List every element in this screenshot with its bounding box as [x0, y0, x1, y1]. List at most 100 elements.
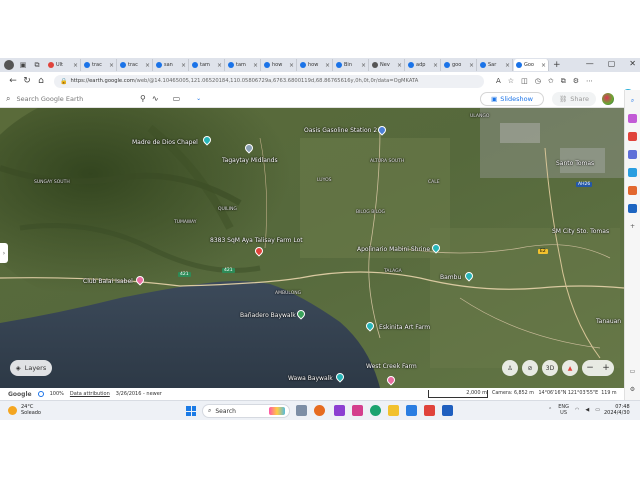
tab-close-icon[interactable]: × — [397, 62, 402, 69]
new-tab-button[interactable]: + — [553, 60, 561, 70]
browser-tab[interactable]: how × — [262, 59, 297, 71]
earth-map-view[interactable]: Tagaytay Picnic GroveMadre de Dios Chape… — [0, 108, 624, 388]
chevron-down-icon[interactable]: ⌄ — [196, 95, 201, 102]
workspaces-icon[interactable]: ▣ — [18, 60, 28, 70]
zoom-out-button[interactable]: − — [586, 363, 594, 373]
earth-search-input[interactable]: ⌕ Search Google Earth — [6, 92, 126, 105]
tab-close-icon[interactable]: × — [253, 62, 258, 69]
sidebar-layout-icon[interactable]: ▭ — [628, 367, 637, 376]
sidebar-games-icon[interactable] — [628, 168, 637, 177]
tab-close-icon[interactable]: × — [505, 62, 510, 69]
wifi-icon[interactable]: ◠ — [575, 407, 579, 413]
place-label[interactable]: Bambu — [440, 274, 461, 281]
taskbar-word-icon[interactable] — [442, 405, 453, 416]
tab-actions-icon[interactable]: ⧉ — [32, 60, 42, 70]
sidebar-add-icon[interactable]: + — [628, 222, 637, 231]
zoom-in-button[interactable]: + — [602, 363, 610, 373]
read-aloud-icon[interactable]: A — [496, 77, 501, 86]
back-icon[interactable]: ← — [6, 76, 20, 86]
projects-icon[interactable]: ▭ — [173, 94, 181, 103]
layers-button[interactable]: ◈ Layers — [10, 360, 52, 376]
place-label[interactable]: West Creek Farm — [366, 363, 417, 370]
more-menu-icon[interactable]: ⋯ — [586, 77, 593, 86]
browser-tab[interactable]: tam × — [226, 59, 261, 71]
sidebar-outlook-icon[interactable] — [628, 204, 637, 213]
profile-menu-icon[interactable] — [4, 60, 14, 70]
taskbar-app-icon[interactable] — [334, 405, 345, 416]
measure-path-icon[interactable]: ∿ — [152, 94, 159, 103]
tab-close-icon[interactable]: × — [469, 62, 474, 69]
browser-tab[interactable]: trac × — [82, 59, 117, 71]
tab-close-icon[interactable]: × — [433, 62, 438, 69]
place-label[interactable]: Club Balai Isabel — [83, 278, 133, 285]
share-button[interactable]: ⛓ Share — [552, 92, 596, 106]
tab-close-icon[interactable]: × — [181, 62, 186, 69]
tab-close-icon[interactable]: × — [541, 62, 546, 69]
browser-tab[interactable]: how × — [298, 59, 333, 71]
taskbar-edge-icon[interactable] — [370, 405, 381, 416]
extensions-icon[interactable]: ⚙ — [573, 77, 579, 86]
place-label[interactable]: Tanauan — [596, 318, 621, 325]
sidebar-tools-icon[interactable] — [628, 150, 637, 159]
sidebar-settings-icon[interactable]: ⚙ — [628, 385, 637, 394]
compass-icon[interactable]: ▲ — [562, 360, 578, 376]
taskbar-store-icon[interactable] — [406, 405, 417, 416]
place-label[interactable]: SM City Sto. Tomas — [552, 228, 609, 235]
tab-close-icon[interactable]: × — [109, 62, 114, 69]
sidebar-shopping-icon[interactable] — [628, 132, 637, 141]
map-pin-icon[interactable]: ⚲ — [140, 94, 146, 103]
browser-tab[interactable]: goo × — [442, 59, 477, 71]
browser-tab[interactable]: adp × — [406, 59, 441, 71]
place-label[interactable]: 8383 SqM Aya Talisay Farm Lot — [210, 237, 303, 244]
tray-chevron-icon[interactable]: ⌃ — [548, 407, 552, 413]
url-field[interactable]: 🔒 https://earth.google.com/web/@14.10465… — [54, 74, 484, 88]
browser-tab[interactable]: trac × — [118, 59, 153, 71]
browser-tab[interactable]: Goo × — [514, 59, 549, 71]
place-label[interactable]: Santo Tomas — [556, 160, 594, 167]
favorite-star-icon[interactable]: ☆ — [508, 77, 514, 86]
place-label[interactable]: Bañadero Baywalk — [240, 312, 296, 319]
taskbar-app2-icon[interactable] — [352, 405, 363, 416]
tab-close-icon[interactable]: × — [289, 62, 294, 69]
volume-icon[interactable]: ◀ — [585, 407, 589, 413]
place-label[interactable]: Apolinario Mabini Shrine — [357, 246, 430, 253]
tab-close-icon[interactable]: × — [73, 62, 78, 69]
no-photos-icon[interactable]: ⊘ — [522, 360, 538, 376]
browser-tab[interactable]: Ult × — [46, 59, 81, 71]
split-screen-icon[interactable]: ◫ — [521, 77, 528, 86]
panel-expand-button[interactable]: › — [0, 243, 8, 263]
start-button[interactable] — [186, 406, 196, 416]
weather-widget[interactable]: 24°C Soleado — [8, 404, 41, 416]
browser-tab[interactable]: tam × — [190, 59, 225, 71]
browser-tab[interactable]: Nev × — [370, 59, 405, 71]
data-attribution-link[interactable]: Data attribution — [70, 391, 110, 397]
tab-close-icon[interactable]: × — [361, 62, 366, 69]
language-indicator[interactable]: ENG US — [558, 404, 569, 416]
place-label[interactable]: Eskinita Art Farm — [379, 324, 430, 331]
browser-tab[interactable]: Bin × — [334, 59, 369, 71]
toggle-3d-button[interactable]: 3D — [542, 360, 558, 376]
place-label[interactable]: Wawa Baywalk — [288, 375, 333, 382]
earth-user-avatar[interactable] — [602, 93, 614, 105]
tab-close-icon[interactable]: × — [217, 62, 222, 69]
refresh-icon[interactable]: ↻ — [20, 76, 34, 86]
slideshow-button[interactable]: ▣ Slideshow — [480, 92, 544, 106]
taskbar-clock[interactable]: 07:48 2024/4/30 — [604, 404, 630, 416]
place-label[interactable]: Tagaytay Midlands — [222, 157, 278, 164]
taskbar-explorer-icon[interactable] — [388, 405, 399, 416]
lock-icon[interactable]: 🔒 — [60, 78, 67, 85]
sidebar-search-icon[interactable]: ⌕ — [628, 96, 637, 105]
home-icon[interactable]: ⌂ — [34, 76, 48, 86]
browser-tab[interactable]: san × — [154, 59, 189, 71]
maximize-button[interactable]: ▢ — [608, 59, 616, 68]
taskbar-mcafee-icon[interactable] — [424, 405, 435, 416]
close-window-button[interactable]: ✕ — [629, 59, 636, 68]
tab-close-icon[interactable]: × — [325, 62, 330, 69]
taskbar-search-box[interactable]: ⌕ Search — [202, 404, 290, 418]
sidebar-office-icon[interactable] — [628, 186, 637, 195]
minimize-button[interactable]: — — [586, 59, 594, 68]
sidebar-copilot-icon[interactable] — [628, 114, 637, 123]
pegman-icon[interactable]: ♙ — [502, 360, 518, 376]
place-label[interactable]: Oasis Gasoline Station 2 — [304, 127, 377, 134]
favorites-icon[interactable]: ✩ — [548, 77, 554, 86]
